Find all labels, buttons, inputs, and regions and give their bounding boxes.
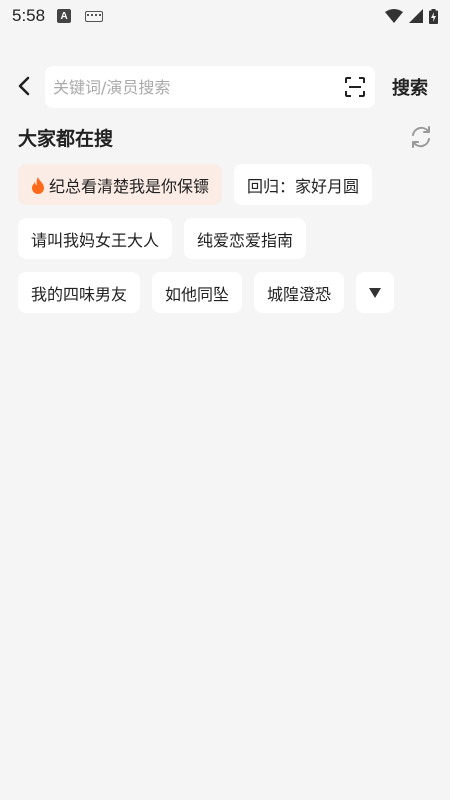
- status-bar: 5:58 A: [0, 0, 450, 32]
- hot-search-tag[interactable]: 如他同坠: [152, 272, 243, 313]
- tag-label: 纪总看清楚我是你保镖: [49, 176, 210, 196]
- tag-label: 回归：家好月圆: [247, 176, 360, 196]
- search-input[interactable]: [53, 77, 323, 97]
- search-header: 搜索: [0, 64, 450, 108]
- search-button[interactable]: 搜索: [392, 74, 428, 100]
- keyboard-icon: [85, 10, 104, 22]
- status-time: 5:58: [12, 6, 46, 25]
- fire-icon: [32, 176, 44, 194]
- hot-search-tag[interactable]: 请叫我妈女王大人: [18, 218, 173, 259]
- search-box[interactable]: [45, 66, 375, 108]
- tag-label: 城隍澄恐: [267, 284, 332, 304]
- expand-more-button[interactable]: [356, 272, 395, 313]
- app-notification-icon: A: [57, 9, 72, 23]
- hot-search-header: 大家都在搜: [18, 122, 434, 152]
- tag-label: 纯爱恋爱指南: [197, 230, 294, 250]
- scan-icon[interactable]: [343, 75, 367, 99]
- tag-label: 请叫我妈女王大人: [31, 230, 160, 250]
- hot-search-tag[interactable]: 纯爱恋爱指南: [184, 218, 307, 259]
- tag-label: 如他同坠: [165, 284, 230, 304]
- hot-search-tag[interactable]: 回归：家好月圆: [234, 164, 373, 205]
- hot-search-tag[interactable]: 城隍澄恐: [254, 272, 345, 313]
- refresh-icon[interactable]: [408, 124, 434, 150]
- status-indicators: [385, 8, 438, 24]
- signal-icon: [409, 9, 423, 23]
- tag-label: 我的四味男友: [31, 284, 128, 304]
- triangle-down-icon: [369, 287, 382, 298]
- chevron-left-icon: [18, 76, 30, 96]
- back-button[interactable]: [10, 72, 38, 100]
- wifi-icon: [385, 9, 403, 23]
- hot-search-tags: 纪总看清楚我是你保镖 回归：家好月圆请叫我妈女王大人 纯爱恋爱指南我的四味男友 如他同…: [18, 164, 434, 313]
- hot-search-tag-featured[interactable]: 纪总看清楚我是你保镖: [18, 164, 223, 205]
- battery-icon: [429, 8, 438, 24]
- section-title: 大家都在搜: [18, 127, 114, 150]
- hot-search-tag[interactable]: 我的四味男友: [18, 272, 141, 313]
